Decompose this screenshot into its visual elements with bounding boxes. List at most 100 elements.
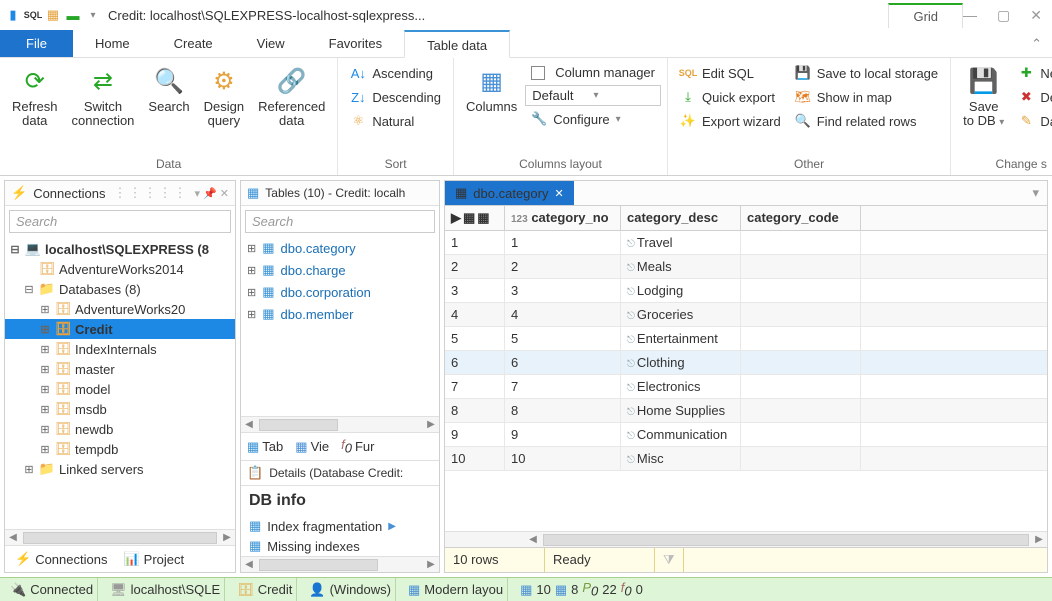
cell-category-code[interactable] — [741, 351, 861, 374]
scrollbar-horizontal[interactable]: ◀▶ — [241, 416, 439, 432]
subtab-vie[interactable]: ▦Vie — [291, 435, 333, 458]
expand-icon[interactable]: ⊞ — [39, 323, 51, 336]
col-header-category-no[interactable]: 123 category_no — [505, 206, 621, 230]
export-wizard-button[interactable]: ✨Export wizard — [674, 110, 787, 132]
table-item[interactable]: ⊞▦dbo.corporation — [241, 281, 439, 303]
close-icon[interactable]: ✕ — [1030, 7, 1042, 24]
cell-category-code[interactable] — [741, 447, 861, 470]
expand-icon[interactable]: ⊞ — [23, 463, 35, 476]
row-number[interactable]: 8 — [445, 399, 505, 422]
cell-category-no[interactable]: 10 — [505, 447, 621, 470]
row-number[interactable]: 4 — [445, 303, 505, 326]
menu-tabledata[interactable]: Table data — [404, 30, 510, 58]
table-row[interactable]: 88⎋Home Supplies — [445, 399, 1047, 423]
design-query-button[interactable]: ⚙Design query — [198, 62, 250, 133]
col-header-category-desc[interactable]: category_desc — [621, 206, 741, 230]
expand-icon[interactable]: ⊞ — [247, 264, 256, 277]
table-row[interactable]: 44⎋Groceries — [445, 303, 1047, 327]
table-row[interactable]: 99⎋Communication — [445, 423, 1047, 447]
table-row[interactable]: 11⎋Travel — [445, 231, 1047, 255]
cell-category-desc[interactable]: ⎋Travel — [621, 231, 741, 254]
expand-icon[interactable]: ⊟ — [23, 283, 35, 296]
table-row[interactable]: 55⎋Entertainment — [445, 327, 1047, 351]
tree-item[interactable]: ⊞🗄master — [5, 359, 235, 379]
cell-category-desc[interactable]: ⎋Entertainment — [621, 327, 741, 350]
table-row[interactable]: 1010⎋Misc — [445, 447, 1047, 471]
cell-category-desc[interactable]: ⎋Groceries — [621, 303, 741, 326]
tabs-overflow-icon[interactable]: ▾ — [1024, 181, 1047, 205]
column-manager-checkbox[interactable]: Column manager — [525, 62, 661, 83]
table-row[interactable]: 22⎋Meals — [445, 255, 1047, 279]
expand-icon[interactable]: ⊞ — [39, 403, 51, 416]
expand-icon[interactable]: ⊞ — [39, 383, 51, 396]
find-related-button[interactable]: 🔍Find related rows — [789, 110, 944, 132]
tree-item[interactable]: ⊞📁Linked servers — [5, 459, 235, 479]
table-item[interactable]: ⊞▦dbo.charge — [241, 259, 439, 281]
ribbon-collapse-icon[interactable]: ⌃ — [1021, 30, 1052, 57]
save-to-db-button[interactable]: 💾Save to DB ▾ — [957, 62, 1010, 133]
panel-tools[interactable]: ▾ 📌 ✕ — [194, 187, 229, 200]
cell-category-code[interactable] — [741, 423, 861, 446]
cell-category-desc[interactable]: ⎋Home Supplies — [621, 399, 741, 422]
layout-combo[interactable]: Default▾ — [525, 85, 661, 106]
subtab-fo[interactable]: f0Fur — [337, 435, 378, 458]
menu-favorites[interactable]: Favorites — [307, 30, 404, 57]
columns-button[interactable]: ▦Columns — [460, 62, 523, 118]
table-row[interactable]: 77⎋Electronics — [445, 375, 1047, 399]
cell-category-desc[interactable]: ⎋Electronics — [621, 375, 741, 398]
tab-project[interactable]: 📊Project — [115, 548, 192, 570]
tree-item[interactable]: ⊞🗄AdventureWorks20 — [5, 299, 235, 319]
expand-icon[interactable]: ⊞ — [39, 443, 51, 456]
expand-icon[interactable]: ⊞ — [247, 308, 256, 321]
expand-icon[interactable]: ⊞ — [39, 343, 51, 356]
row-number[interactable]: 9 — [445, 423, 505, 446]
expand-icon[interactable]: ⊞ — [39, 423, 51, 436]
cell-category-no[interactable]: 6 — [505, 351, 621, 374]
data-button[interactable]: ✎Data c — [1012, 110, 1052, 132]
grid-corner[interactable]: ▶▦▦ — [445, 206, 505, 230]
row-number[interactable]: 1 — [445, 231, 505, 254]
row-number[interactable]: 10 — [445, 447, 505, 470]
delete-button[interactable]: ✖Delete — [1012, 86, 1052, 108]
cell-category-code[interactable] — [741, 399, 861, 422]
scrollbar-horizontal[interactable]: ◀▶ — [5, 529, 235, 545]
panel-drag-handle[interactable]: ⋮⋮⋮⋮⋮ — [113, 185, 188, 201]
tree-item[interactable]: ⊞🗄tempdb — [5, 439, 235, 459]
title-tab-grid[interactable]: Grid — [888, 3, 963, 28]
tree-item[interactable]: ⊟📁Databases (8) — [5, 279, 235, 299]
expand-icon[interactable]: ⊞ — [247, 242, 256, 255]
cell-category-code[interactable] — [741, 303, 861, 326]
cell-category-desc[interactable]: ⎋Meals — [621, 255, 741, 278]
show-in-map-button[interactable]: 🗺Show in map — [789, 86, 944, 108]
expand-icon[interactable]: ⊞ — [39, 303, 51, 316]
subtab-tab[interactable]: ▦Tab — [243, 435, 287, 458]
cell-category-code[interactable] — [741, 279, 861, 302]
tree-item[interactable]: ⊞🗄IndexInternals — [5, 339, 235, 359]
cell-category-no[interactable]: 1 — [505, 231, 621, 254]
edit-sql-button[interactable]: SQLEdit SQL — [674, 62, 787, 84]
cell-category-desc[interactable]: ⎋Clothing — [621, 351, 741, 374]
filter-cell[interactable]: ⧩ — [655, 548, 684, 572]
menu-file[interactable]: File — [0, 30, 73, 57]
cell-category-desc[interactable]: ⎋Communication — [621, 423, 741, 446]
cell-category-code[interactable] — [741, 255, 861, 278]
sort-descending-button[interactable]: Z↓Descending — [344, 86, 447, 108]
link-missing-indexes[interactable]: ▦Missing indexes — [249, 538, 431, 554]
expand-icon[interactable]: ⊟ — [9, 243, 21, 256]
menu-create[interactable]: Create — [152, 30, 235, 57]
cell-category-desc[interactable]: ⎋Misc — [621, 447, 741, 470]
save-local-button[interactable]: 💾Save to local storage — [789, 62, 944, 84]
expand-icon[interactable]: ⊞ — [247, 286, 256, 299]
connections-search-input[interactable]: Search — [9, 210, 231, 233]
col-header-category-code[interactable]: category_code — [741, 206, 861, 230]
refresh-data-button[interactable]: ⟳Refresh data — [6, 62, 64, 133]
configure-button[interactable]: 🔧Configure▾ — [525, 108, 661, 130]
row-number[interactable]: 5 — [445, 327, 505, 350]
scrollbar-horizontal[interactable]: ◀▶ — [241, 556, 439, 572]
row-number[interactable]: 7 — [445, 375, 505, 398]
cell-category-no[interactable]: 7 — [505, 375, 621, 398]
tree-item[interactable]: 🗄AdventureWorks2014 — [5, 259, 235, 279]
table-row[interactable]: 33⎋Lodging — [445, 279, 1047, 303]
minimize-icon[interactable]: — — [963, 7, 977, 23]
tab-connections[interactable]: ⚡Connections — [7, 548, 115, 570]
